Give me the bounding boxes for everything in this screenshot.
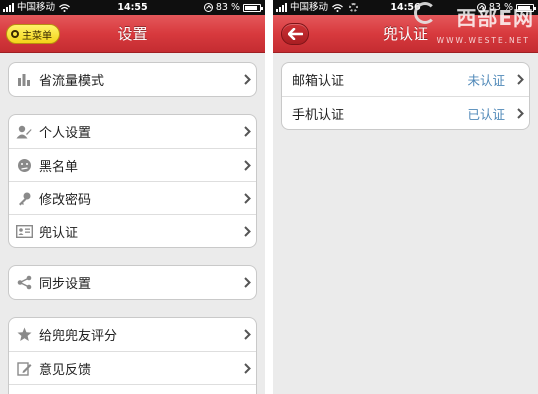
settings-item-label: 给兜兜友评分	[39, 329, 118, 344]
nav-bar: 兜认证	[273, 15, 538, 53]
settings-item-change-password[interactable]: 修改密码	[9, 181, 256, 214]
battery-icon	[243, 3, 263, 12]
nav-bar: 主菜单 设置	[0, 15, 265, 53]
settings-item-feedback[interactable]: 意见反馈	[9, 351, 256, 384]
settings-item-partial	[9, 384, 256, 394]
chevron-right-icon	[238, 362, 256, 374]
status-bar: 中国移动 14:55 83 %	[0, 0, 265, 15]
settings-item-sync[interactable]: 同步设置	[9, 266, 256, 299]
chevron-right-icon	[511, 107, 529, 119]
share-icon	[9, 275, 39, 290]
verification-status: 已认证	[467, 106, 505, 122]
settings-group-sync: 同步设置	[8, 265, 257, 300]
battery-percent: 83 %	[488, 2, 513, 13]
chevron-right-icon	[238, 74, 256, 85]
settings-item-label: 意见反馈	[39, 362, 92, 378]
verification-item-label: 邮箱认证	[292, 74, 345, 89]
battery-icon	[516, 3, 536, 12]
chevron-right-icon	[238, 329, 256, 340]
page-title: 兜认证	[382, 25, 428, 43]
key-icon	[9, 191, 39, 206]
settings-item-rate[interactable]: 给兜兜友评分	[9, 318, 256, 351]
id-card-icon	[9, 224, 39, 238]
chevron-right-icon	[238, 192, 256, 204]
star-icon	[9, 327, 39, 342]
rotation-lock-icon	[203, 3, 213, 12]
settings-group-account: 个人设置 黑名单 修改密码 兜认证	[8, 114, 257, 248]
blocked-face-icon	[9, 158, 39, 173]
settings-item-label: 省流量模式	[39, 74, 105, 89]
verification-list: 邮箱认证 未认证 手机认证 已认证	[281, 62, 530, 130]
verification-status: 未认证	[467, 73, 505, 88]
rotation-lock-icon	[476, 3, 486, 12]
settings-item-blacklist[interactable]: 黑名单	[9, 148, 256, 181]
chevron-right-icon	[238, 225, 256, 237]
battery-percent: 83 %	[215, 2, 240, 13]
page-title: 设置	[117, 25, 148, 43]
verification-item-email[interactable]: 邮箱认证 未认证	[282, 63, 529, 96]
settings-item-label: 个人设置	[39, 126, 92, 141]
settings-item-personal[interactable]: 个人设置	[9, 115, 256, 148]
settings-group-feedback: 给兜兜友评分 意见反馈	[8, 317, 257, 394]
settings-group-data: 省流量模式	[8, 62, 257, 97]
settings-item-verification[interactable]: 兜认证	[9, 214, 256, 247]
verification-screen: 中国移动 14:56 83 % 兜认证 邮箱认证 未认证 手机认证 已认证 西部…	[273, 0, 538, 394]
chevron-right-icon	[511, 74, 529, 85]
bar-chart-icon	[9, 73, 39, 86]
settings-item-data-saving[interactable]: 省流量模式	[9, 63, 256, 96]
chevron-right-icon	[238, 159, 256, 171]
user-icon	[9, 125, 39, 139]
settings-item-label: 兜认证	[39, 225, 79, 241]
verification-item-phone[interactable]: 手机认证 已认证	[282, 96, 529, 129]
verification-item-label: 手机认证	[292, 107, 345, 123]
settings-item-label: 同步设置	[39, 277, 92, 292]
settings-item-label: 修改密码	[39, 192, 92, 208]
status-bar: 中国移动 14:56 83 %	[273, 0, 538, 15]
chevron-right-icon	[238, 126, 256, 137]
chevron-right-icon	[238, 277, 256, 288]
settings-item-label: 黑名单	[39, 159, 79, 175]
edit-icon	[9, 361, 39, 376]
settings-screen: 中国移动 14:55 83 % 主菜单 设置 省流量模式 个人设置 黑名单 修改…	[0, 0, 265, 394]
